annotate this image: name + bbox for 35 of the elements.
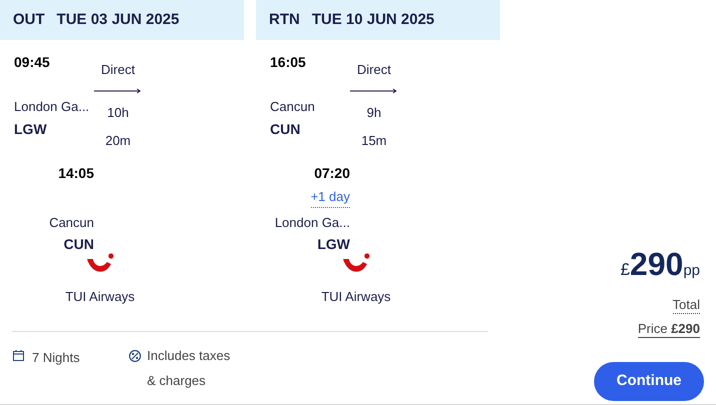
duration-text: 9h (366, 104, 382, 122)
departure-time: 09:45 (14, 53, 51, 72)
stops-label: Direct (101, 61, 135, 79)
percent-icon (129, 350, 141, 362)
day-offset-link[interactable]: +1 day (310, 187, 350, 208)
leg-direction: OUT (13, 10, 45, 30)
nights-text: 7 Nights (32, 349, 80, 367)
total-price[interactable]: Price £290 (638, 320, 700, 338)
duration-text: 15m (361, 132, 387, 150)
departure-code: CUN (270, 120, 302, 138)
airline-name: TUI Airways (320, 288, 391, 306)
departure-city: Cancun (270, 98, 316, 116)
departure-time: 16:05 (270, 53, 307, 72)
arrival-time: 07:20 (314, 164, 350, 182)
arrow-icon (94, 88, 142, 94)
price-per-person: £290pp (620, 248, 700, 282)
arrival-time: 14:05 (58, 164, 94, 182)
airline-name: TUI Airways (64, 288, 135, 306)
duration-text: 20m (105, 132, 131, 150)
arrow-icon (350, 88, 398, 94)
leg-date: TUE 10 JUN 2025 (312, 10, 434, 30)
arrival-code: LGW (317, 235, 350, 254)
taxes-text: Includes taxes & charges (147, 347, 232, 390)
stops-label: Direct (357, 61, 391, 79)
arrival-city: Cancun (49, 214, 94, 232)
continue-button[interactable]: Continue (594, 362, 704, 400)
departure-city: London Ga... (14, 98, 90, 116)
total-label[interactable]: Total (672, 296, 700, 314)
leg-date: TUE 03 JUN 2025 (56, 10, 180, 30)
calendar-icon (13, 350, 24, 361)
leg-direction: RTN (269, 10, 300, 30)
departure-code: LGW (14, 120, 48, 138)
duration-text: 10h (107, 104, 129, 122)
arrival-city: London Ga... (274, 214, 350, 232)
arrival-code: CUN (64, 235, 94, 254)
